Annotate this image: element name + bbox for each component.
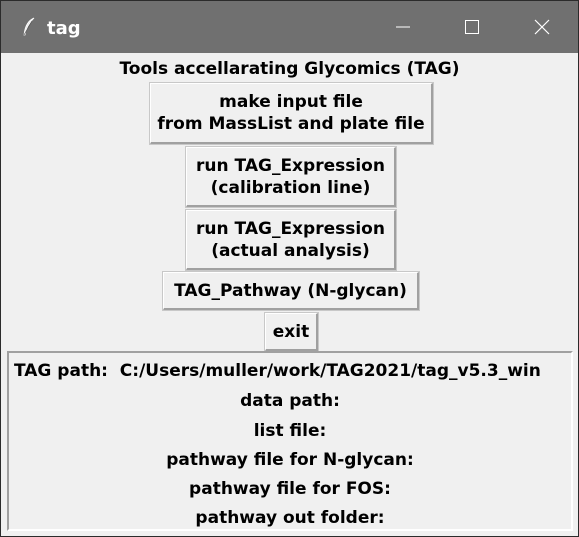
run-expression-actual-label-line1: run TAG_Expression bbox=[196, 218, 385, 239]
pathway-fos-label: pathway file for FOS: bbox=[189, 479, 391, 499]
tag-pathway-label: TAG_Pathway (N-glycan) bbox=[174, 280, 407, 301]
pathway-out-folder-label: pathway out folder: bbox=[195, 508, 385, 528]
data-path-label: data path: bbox=[240, 391, 340, 411]
exit-label: exit bbox=[272, 321, 310, 342]
make-input-file-label-line1: make input file bbox=[219, 92, 363, 112]
make-input-file-label-line2: from MassList and plate file bbox=[157, 114, 425, 134]
maximize-icon bbox=[465, 20, 479, 34]
close-icon bbox=[534, 19, 550, 35]
run-expression-calibration-label-line2: (calibration line) bbox=[210, 177, 371, 198]
run-expression-actual-label-line2: (actual analysis) bbox=[211, 240, 370, 261]
make-input-file-button[interactable]: make input file from MassList and plate … bbox=[150, 83, 433, 144]
app-window: tag Tools accellarating Glycomics (TAG) … bbox=[0, 0, 579, 537]
run-expression-actual-button[interactable]: run TAG_Expression (actual analysis) bbox=[186, 210, 396, 270]
tag-path-label: TAG path: C:/Users/muller/work/TAG2021/t… bbox=[14, 361, 541, 381]
window-title: tag bbox=[47, 18, 81, 39]
minimize-button[interactable] bbox=[375, 1, 431, 53]
main-content: Tools accellarating Glycomics (TAG) make… bbox=[1, 53, 578, 536]
exit-button[interactable]: exit bbox=[265, 313, 318, 351]
info-panel: TAG path: C:/Users/muller/work/TAG2021/t… bbox=[7, 351, 573, 531]
tag-pathway-button[interactable]: TAG_Pathway (N-glycan) bbox=[163, 272, 419, 310]
run-expression-calibration-label-line1: run TAG_Expression bbox=[196, 155, 385, 176]
title-bar[interactable]: tag bbox=[1, 1, 578, 53]
run-expression-calibration-button[interactable]: run TAG_Expression (calibration line) bbox=[186, 147, 396, 207]
minimize-icon bbox=[396, 26, 410, 28]
feather-icon bbox=[23, 17, 35, 36]
close-button[interactable] bbox=[514, 1, 570, 53]
list-file-label: list file: bbox=[253, 421, 327, 441]
maximize-button[interactable] bbox=[444, 1, 500, 53]
pathway-nglycan-label: pathway file for N-glycan: bbox=[166, 450, 414, 470]
app-heading: Tools accellarating Glycomics (TAG) bbox=[119, 59, 460, 79]
